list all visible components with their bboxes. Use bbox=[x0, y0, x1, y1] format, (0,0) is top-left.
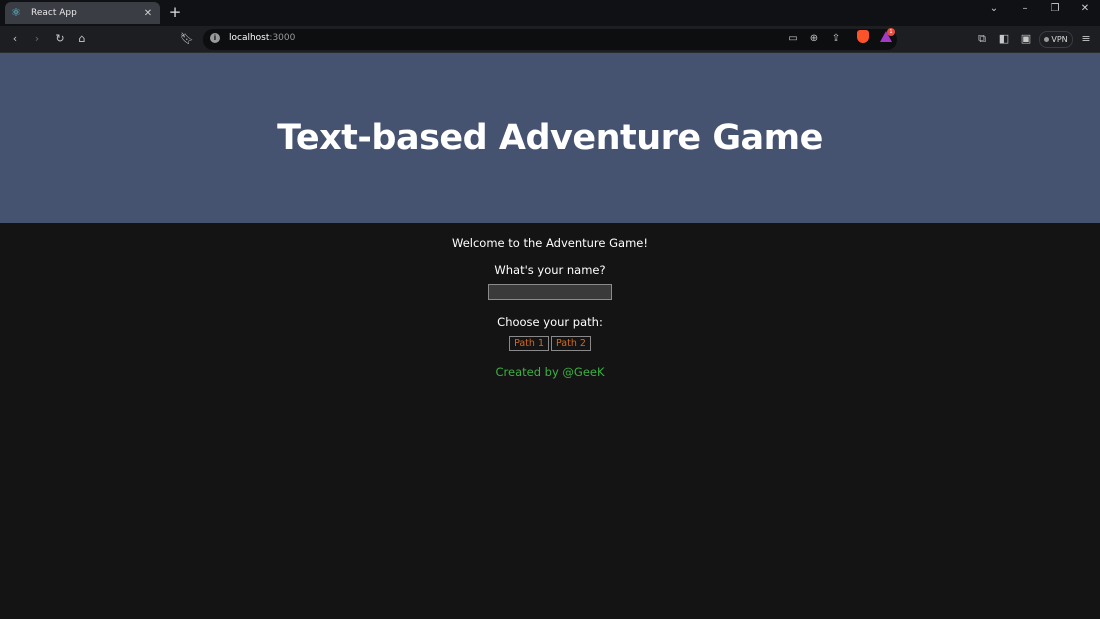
close-window-icon[interactable]: ✕ bbox=[1077, 3, 1093, 14]
vpn-label: VPN bbox=[1051, 35, 1068, 44]
rewards-badge: 1 bbox=[887, 28, 895, 36]
tab-search-chevron-icon[interactable]: ⌄ bbox=[986, 3, 1002, 14]
zoom-icon[interactable]: ⊕ bbox=[807, 33, 821, 44]
brave-shields-icon[interactable] bbox=[857, 30, 869, 43]
close-tab-icon[interactable]: ✕ bbox=[142, 8, 154, 19]
tab-strip: ⚛ React App ✕ + ⌄ – ❐ ✕ bbox=[0, 0, 1100, 26]
game-content: Welcome to the Adventure Game! What's yo… bbox=[0, 223, 1100, 379]
menu-icon[interactable]: ≡ bbox=[1079, 32, 1093, 46]
site-info-icon[interactable]: i bbox=[210, 33, 220, 43]
home-icon[interactable]: ⌂ bbox=[75, 32, 89, 46]
header-banner: Text-based Adventure Game bbox=[0, 53, 1100, 223]
reload-icon[interactable]: ↻ bbox=[53, 32, 67, 46]
welcome-text: Welcome to the Adventure Game! bbox=[452, 236, 648, 250]
url-port: :3000 bbox=[269, 33, 296, 43]
extensions-icon[interactable]: ⧉ bbox=[975, 32, 989, 46]
wallet-icon[interactable]: ▣ bbox=[1019, 32, 1033, 46]
name-input[interactable] bbox=[488, 284, 612, 300]
path-2-button[interactable]: Path 2 bbox=[551, 336, 591, 351]
new-tab-button[interactable]: + bbox=[168, 4, 182, 20]
restore-icon[interactable]: ❐ bbox=[1047, 3, 1063, 14]
page-title: Text-based Adventure Game bbox=[277, 118, 823, 158]
browser-tab[interactable]: ⚛ React App ✕ bbox=[5, 2, 160, 24]
react-icon: ⚛ bbox=[11, 6, 21, 19]
url-host: localhost bbox=[229, 33, 270, 43]
name-question: What's your name? bbox=[494, 263, 606, 277]
path-1-button[interactable]: Path 1 bbox=[509, 336, 549, 351]
page-viewport: Text-based Adventure Game Welcome to the… bbox=[0, 53, 1100, 619]
vpn-button[interactable]: VPN bbox=[1039, 31, 1073, 48]
bookmark-icon[interactable]: 🔖︎ bbox=[180, 32, 194, 46]
share-icon[interactable]: ⇪ bbox=[829, 33, 843, 44]
minimize-icon[interactable]: – bbox=[1017, 3, 1033, 14]
credit-text: Created by @GeeK bbox=[495, 365, 605, 379]
forward-icon[interactable]: › bbox=[30, 32, 44, 46]
path-buttons: Path 1 Path 2 bbox=[0, 336, 1100, 351]
sidebar-icon[interactable]: ◧ bbox=[997, 32, 1011, 46]
choose-path-text: Choose your path: bbox=[497, 315, 603, 329]
tab-title: React App bbox=[31, 8, 77, 18]
vpn-status-icon bbox=[1044, 37, 1050, 42]
address-bar[interactable]: i localhost:3000 ▭ ⊕ ⇪ bbox=[203, 29, 897, 50]
back-icon[interactable]: ‹ bbox=[8, 32, 22, 46]
browser-toolbar: ‹ › ↻ ⌂ 🔖︎ i localhost:3000 ▭ ⊕ ⇪ 1 ⧉ ◧ … bbox=[0, 26, 1100, 53]
url-text[interactable]: localhost:3000 bbox=[229, 33, 295, 43]
cast-icon[interactable]: ▭ bbox=[786, 33, 800, 44]
